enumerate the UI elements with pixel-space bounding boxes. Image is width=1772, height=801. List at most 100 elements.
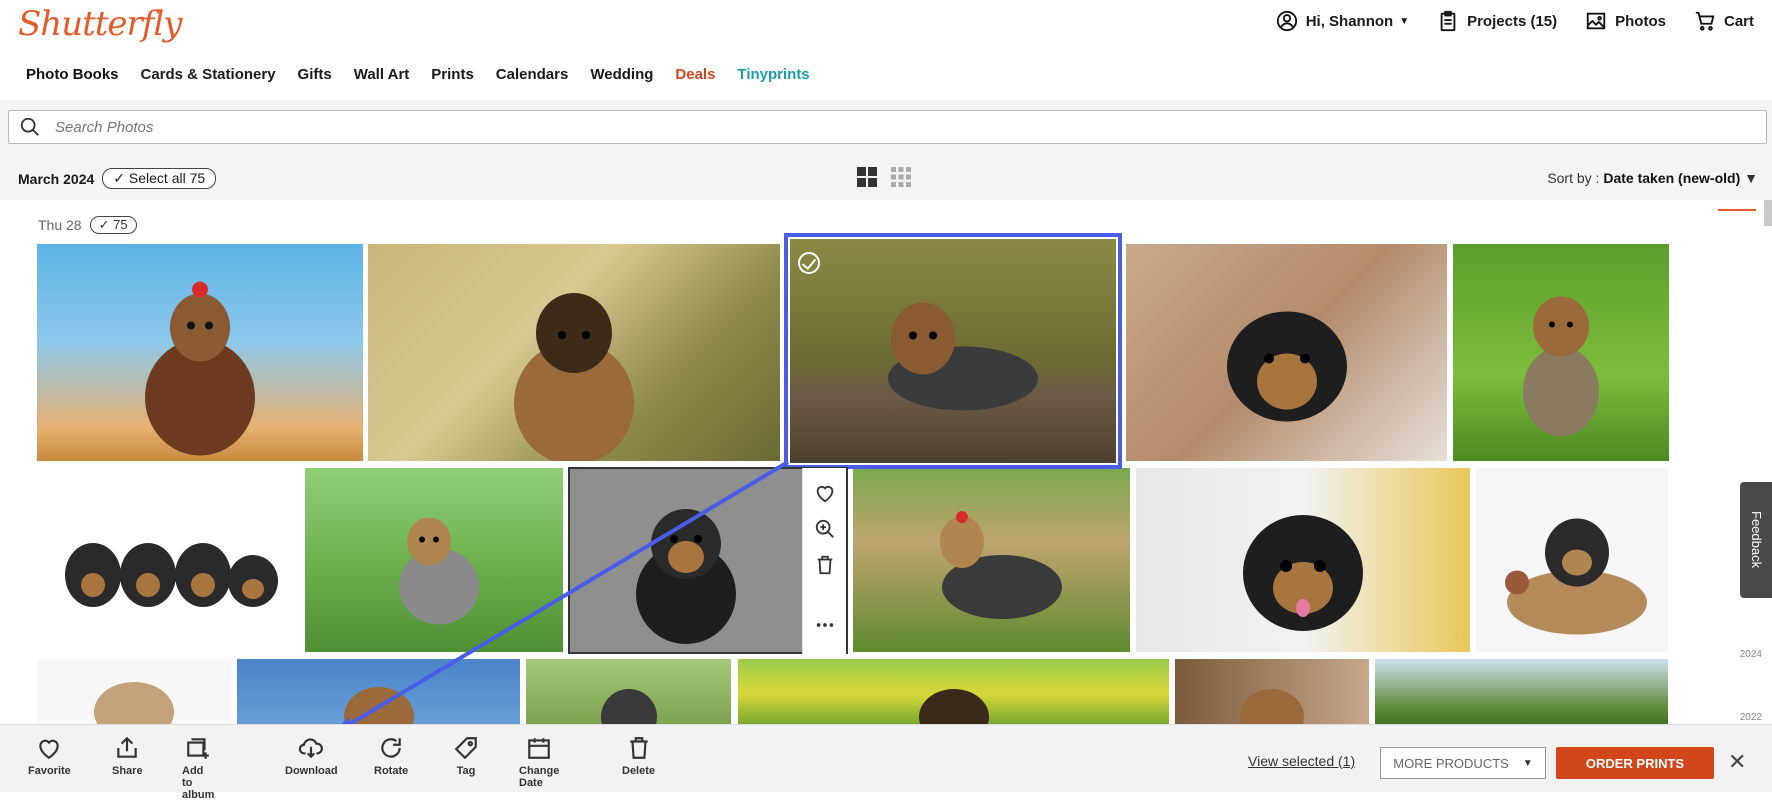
photo-thumbnail[interactable] [1476, 468, 1668, 652]
share-button[interactable]: Share [112, 735, 143, 777]
feedback-tab[interactable]: Feedback [1740, 482, 1772, 598]
clipboard-icon [1440, 10, 1456, 32]
photo-thumbnail[interactable] [305, 468, 563, 652]
photo-thumbnail[interactable] [738, 659, 1169, 724]
photo-thumbnail[interactable] [1175, 659, 1369, 724]
favorite-label: Favorite [28, 765, 71, 777]
small-grid-icon[interactable] [890, 166, 912, 188]
photo-thumbnail[interactable] [1375, 659, 1668, 724]
timeline-year[interactable]: 2024 [1740, 649, 1762, 660]
rotate-label: Rotate [374, 765, 409, 777]
close-icon[interactable]: ✕ [1728, 749, 1746, 775]
download-icon [299, 738, 324, 759]
nav-photo-books[interactable]: Photo Books [26, 66, 119, 83]
toolbar-area: March 2024 ✓ Select all 75 Sort by : Dat… [0, 100, 1772, 200]
cart-icon [1695, 11, 1715, 31]
photo-thumbnail[interactable] [1136, 468, 1470, 652]
account-menu[interactable]: Hi, Shannon ▼ [1276, 10, 1409, 32]
photo-thumbnail[interactable] [1126, 244, 1447, 461]
user-icon [1276, 10, 1297, 32]
heart-icon [39, 739, 60, 760]
photo-thumbnail[interactable] [37, 244, 363, 461]
image-icon [1586, 12, 1606, 30]
nav-tinyprints[interactable]: Tinyprints [737, 66, 809, 83]
share-label: Share [112, 765, 143, 777]
favorite-button[interactable]: Favorite [28, 735, 71, 777]
scrollbar-thumb[interactable] [1764, 200, 1772, 226]
photo-grid: Thu 28 ✓ 75 2024 2022 Feedback [0, 200, 1772, 724]
select-all-label: Select all 75 [128, 170, 206, 186]
trash-icon [629, 737, 648, 759]
nav-calendars[interactable]: Calendars [496, 66, 569, 83]
photos-label: Photos [1615, 12, 1666, 30]
sort-value: Date taken (new-old) [1603, 170, 1741, 186]
download-button[interactable]: Download [285, 735, 338, 777]
search-input[interactable] [55, 118, 1655, 136]
change-date-button[interactable]: Change Date [519, 735, 559, 789]
photo-thumbnail[interactable] [853, 468, 1130, 652]
large-grid-icon[interactable] [856, 166, 878, 188]
sort-label: Sort by : [1547, 170, 1604, 186]
sort-dropdown[interactable]: Sort by : Date taken (new-old) ▼ [1547, 170, 1758, 186]
tag-button[interactable]: Tag [453, 735, 479, 777]
day-count: 75 [113, 217, 128, 232]
rotate-icon [381, 738, 401, 758]
photo-thumbnail[interactable] [237, 659, 520, 724]
zoom-in-icon[interactable] [814, 518, 836, 540]
account-label: Hi, Shannon [1305, 12, 1394, 30]
more-products-dropdown[interactable]: MORE PRODUCTS ▼ [1380, 747, 1546, 779]
timeline-scrubber[interactable]: 2024 2022 [1718, 200, 1772, 724]
tag-icon [454, 737, 477, 760]
photo-hover-toolbar [802, 468, 846, 654]
nav-prints[interactable]: Prints [431, 66, 474, 83]
day-label: Thu 28 [38, 217, 82, 233]
more-icon[interactable] [814, 614, 836, 636]
tag-label: Tag [456, 765, 476, 777]
download-label: Download [285, 765, 338, 777]
selection-action-bar: Favorite Share Add to album Download Rot… [0, 724, 1772, 801]
projects-label: Projects (15) [1467, 12, 1558, 30]
change-date-label: Change Date [519, 765, 560, 789]
photo-thumbnail[interactable] [368, 244, 780, 461]
month-bar: March 2024 ✓ Select all 75 [18, 168, 217, 189]
cart-link[interactable]: Cart [1694, 10, 1754, 32]
search-box[interactable] [8, 110, 1767, 144]
photo-thumbnail[interactable] [526, 659, 731, 724]
chevron-down-icon: ▼ [1522, 757, 1533, 769]
photo-thumbnail[interactable] [1453, 244, 1669, 461]
timeline-year[interactable]: 2022 [1740, 712, 1762, 723]
nav-wedding[interactable]: Wedding [590, 66, 653, 83]
select-all-button[interactable]: ✓ Select all 75 [102, 168, 217, 189]
day-select-button[interactable]: ✓ 75 [89, 216, 137, 234]
add-to-album-label: Add to album [182, 765, 215, 801]
category-nav: Photo Books Cards & Stationery Gifts Wal… [26, 66, 810, 83]
selection-highlight [784, 233, 1122, 469]
user-nav: Hi, Shannon ▼ Projects (15) Photos Cart [1276, 10, 1754, 32]
trash-icon[interactable] [814, 554, 836, 576]
nav-deals[interactable]: Deals [675, 66, 715, 83]
photos-link[interactable]: Photos [1585, 10, 1666, 32]
chevron-down-icon: ▼ [1399, 15, 1410, 27]
day-header: Thu 28 ✓ 75 [38, 216, 137, 234]
more-products-label: MORE PRODUCTS [1393, 755, 1509, 771]
cart-label: Cart [1723, 12, 1754, 30]
month-label: March 2024 [18, 170, 95, 187]
delete-button[interactable]: Delete [622, 735, 655, 777]
projects-link[interactable]: Projects (15) [1437, 10, 1557, 32]
add-to-album-button[interactable]: Add to album [182, 735, 214, 801]
order-prints-button[interactable]: ORDER PRINTS [1556, 747, 1714, 779]
view-selected-link[interactable]: View selected (1) [1248, 753, 1355, 769]
selected-check-icon[interactable] [798, 252, 820, 274]
photo-thumbnail[interactable] [37, 468, 299, 652]
nav-cards-stationery[interactable]: Cards & Stationery [141, 66, 276, 83]
search-icon [20, 117, 39, 136]
calendar-icon [528, 738, 551, 759]
delete-label: Delete [622, 765, 656, 777]
shutterfly-logo[interactable]: Shutterfly [18, 4, 182, 44]
nav-gifts[interactable]: Gifts [298, 66, 332, 83]
nav-wall-art[interactable]: Wall Art [354, 66, 410, 83]
rotate-button[interactable]: Rotate [374, 735, 408, 777]
photo-thumbnail[interactable] [37, 659, 231, 724]
heart-icon[interactable] [814, 482, 836, 504]
share-icon [117, 736, 138, 758]
